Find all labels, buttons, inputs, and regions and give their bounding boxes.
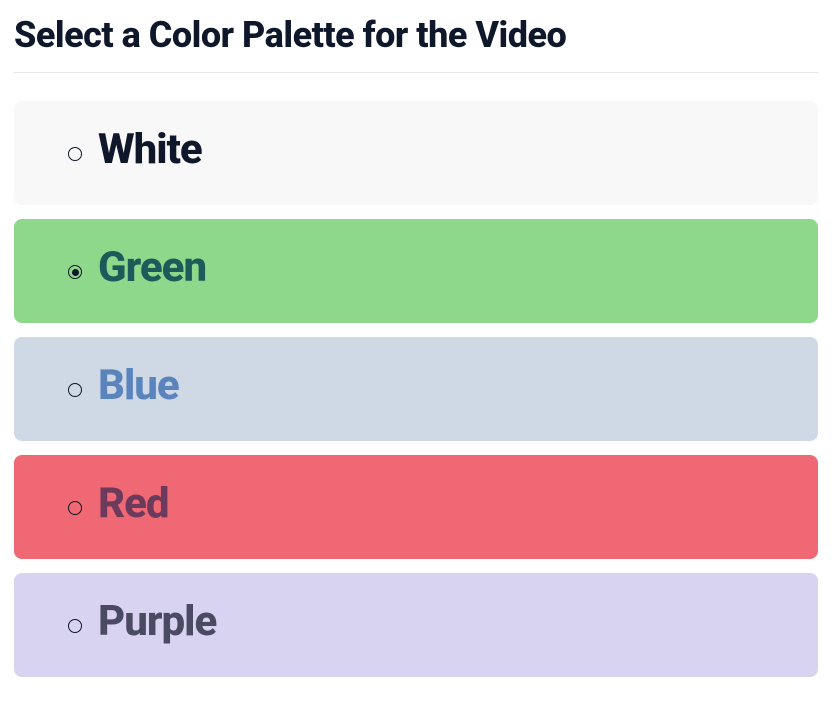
palette-option-label: Purple bbox=[98, 601, 216, 643]
radio-icon bbox=[68, 619, 82, 633]
radio-icon bbox=[68, 147, 82, 161]
radio-icon bbox=[68, 501, 82, 515]
radio-dot-icon bbox=[72, 269, 79, 276]
palette-option-red[interactable]: Red bbox=[14, 455, 818, 559]
options-list: White Green Blue Red Purple bbox=[14, 101, 818, 677]
palette-option-label: Green bbox=[98, 247, 206, 289]
radio-icon bbox=[68, 265, 82, 279]
palette-form: Select a Color Palette for the Video Whi… bbox=[0, 0, 832, 705]
page-title: Select a Color Palette for the Video bbox=[14, 14, 818, 73]
palette-option-blue[interactable]: Blue bbox=[14, 337, 818, 441]
palette-option-green[interactable]: Green bbox=[14, 219, 818, 323]
palette-option-label: White bbox=[98, 129, 202, 171]
palette-option-purple[interactable]: Purple bbox=[14, 573, 818, 677]
radio-icon bbox=[68, 383, 82, 397]
palette-option-label: Red bbox=[98, 483, 169, 525]
palette-option-white[interactable]: White bbox=[14, 101, 818, 205]
palette-option-label: Blue bbox=[98, 365, 179, 407]
